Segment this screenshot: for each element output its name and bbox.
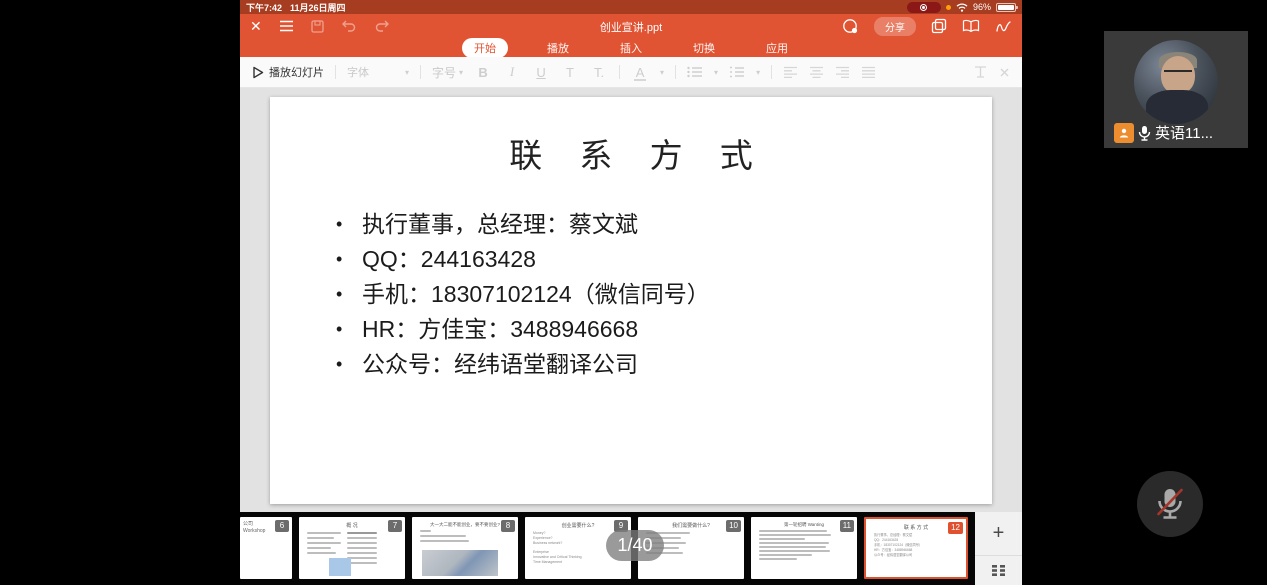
slide-thumbnail-6[interactable]: 公司 Workshop 6 bbox=[240, 517, 292, 579]
slide-bullet: 手机：18307102124（微信同号） bbox=[334, 277, 992, 312]
slide-thumbnail-8[interactable]: 大一大二能不能创业，要不要创业? 8 bbox=[412, 517, 518, 579]
add-slide-button[interactable]: + bbox=[975, 512, 1022, 556]
slide-number-badge: 11 bbox=[840, 520, 854, 532]
text-style-button[interactable]: T bbox=[561, 65, 579, 80]
clear-format-button[interactable] bbox=[999, 67, 1010, 78]
chevron-down-icon[interactable]: ▾ bbox=[714, 68, 718, 77]
participant-video-tile[interactable]: 英语11... bbox=[1104, 31, 1248, 148]
record-icon bbox=[920, 4, 927, 11]
slide-thumbnail-12-current[interactable]: 联 系 方 式 执行董事，总经理：蔡文斌 QQ：244163428 手机：183… bbox=[864, 517, 968, 579]
current-slide[interactable]: 联 系 方 式 执行董事，总经理：蔡文斌 QQ：244163428 手机：183… bbox=[270, 97, 992, 504]
battery-icon bbox=[996, 3, 1016, 12]
wifi-icon bbox=[956, 3, 968, 12]
text-direction-button[interactable] bbox=[973, 66, 988, 78]
clock-date: 11月26日周四 bbox=[290, 1, 346, 14]
page-indicator: 1/40 bbox=[606, 530, 664, 561]
divider bbox=[619, 65, 620, 79]
divider bbox=[675, 65, 676, 79]
play-slideshow-button[interactable]: 播放幻灯片 bbox=[252, 64, 324, 80]
slide-number-badge: 12 bbox=[948, 522, 963, 534]
numbered-list-button[interactable] bbox=[729, 66, 745, 78]
slide-thumbnail-7[interactable]: 概 况 7 bbox=[299, 517, 405, 579]
microphone-muted-button[interactable] bbox=[1137, 471, 1203, 537]
document-title: 创业宣讲.ppt bbox=[240, 19, 1022, 35]
slide-bullet: 公众号：经纬语堂翻译公司 bbox=[334, 347, 992, 382]
grid-icon bbox=[991, 564, 1006, 577]
slide-canvas[interactable]: 联 系 方 式 执行董事，总经理：蔡文斌 QQ：244163428 手机：183… bbox=[240, 88, 1022, 512]
person-icon bbox=[1118, 127, 1130, 139]
chevron-down-icon[interactable]: ▾ bbox=[660, 68, 664, 77]
app-header: ✕ 创业宣讲.ppt bbox=[240, 14, 1022, 57]
align-justify-button[interactable] bbox=[861, 66, 876, 78]
slide-number-badge: 7 bbox=[388, 520, 402, 532]
bullet-list-button[interactable] bbox=[687, 66, 703, 78]
filmstrip-side-panel: + bbox=[975, 512, 1022, 585]
chevron-down-icon[interactable]: ▾ bbox=[756, 68, 760, 77]
formatting-toolbar: 播放幻灯片 字体▾ 字号▾ B I U T T. A ▾ ▾ ▾ bbox=[240, 57, 1022, 88]
divider bbox=[420, 65, 421, 79]
tab-apps[interactable]: 应用 bbox=[754, 38, 800, 58]
slide-bullet: HR：方佳宝：3488946668 bbox=[334, 312, 992, 347]
font-family-select[interactable]: 字体▾ bbox=[347, 64, 409, 80]
status-bar: 下午7:42 11月26日周四 96% bbox=[240, 0, 1022, 14]
presenter-badge bbox=[1114, 123, 1134, 143]
divider bbox=[771, 65, 772, 79]
slide-title[interactable]: 联 系 方 式 bbox=[270, 129, 992, 177]
mic-icon bbox=[1138, 125, 1151, 141]
align-left-button[interactable] bbox=[783, 66, 798, 78]
bold-button[interactable]: B bbox=[474, 65, 492, 80]
participant-avatar bbox=[1134, 40, 1218, 124]
slide-bullet: QQ：244163428 bbox=[334, 242, 992, 277]
shared-screen: 下午7:42 11月26日周四 96% ✕ bbox=[240, 0, 1022, 585]
slide-sorter-button[interactable] bbox=[975, 556, 1022, 585]
thumbnail-image bbox=[329, 558, 351, 576]
tab-insert[interactable]: 插入 bbox=[608, 38, 654, 58]
slide-filmstrip: 公司 Workshop 6 概 况 7 大一大二 bbox=[240, 512, 1022, 585]
slide-bullet: 执行董事，总经理：蔡文斌 bbox=[334, 207, 992, 242]
font-size-select[interactable]: 字号▾ bbox=[432, 64, 463, 81]
battery-percentage: 96% bbox=[973, 2, 991, 12]
ribbon-tabs: 开始 播放 插入 切换 应用 bbox=[240, 38, 1022, 57]
slide-number-badge: 8 bbox=[501, 520, 515, 532]
align-center-button[interactable] bbox=[809, 66, 824, 78]
mic-muted-icon bbox=[1155, 486, 1185, 522]
play-icon bbox=[252, 66, 264, 79]
slide-thumbnail-11[interactable]: 第一轮招聘 Wanting 11 bbox=[751, 517, 857, 579]
align-right-button[interactable] bbox=[835, 66, 850, 78]
tab-play[interactable]: 播放 bbox=[535, 38, 581, 58]
slide-number-badge: 10 bbox=[726, 520, 741, 532]
underline-button[interactable]: U bbox=[532, 65, 550, 80]
participant-name: 英语11... bbox=[1155, 122, 1213, 143]
font-color-button[interactable]: A bbox=[631, 65, 649, 80]
thumbnail-photo bbox=[422, 550, 498, 576]
slide-number-badge: 6 bbox=[275, 520, 289, 532]
clock-time: 下午7:42 bbox=[246, 1, 282, 14]
tab-home[interactable]: 开始 bbox=[462, 38, 508, 58]
divider bbox=[335, 65, 336, 79]
tab-transition[interactable]: 切换 bbox=[681, 38, 727, 58]
hotspot-indicator-icon bbox=[946, 5, 951, 10]
italic-button[interactable]: I bbox=[503, 64, 521, 80]
screen-recording-indicator[interactable] bbox=[907, 2, 941, 13]
text-style-alt-button[interactable]: T. bbox=[590, 65, 608, 80]
slide-body-text[interactable]: 执行董事，总经理：蔡文斌 QQ：244163428 手机：18307102124… bbox=[334, 207, 992, 382]
